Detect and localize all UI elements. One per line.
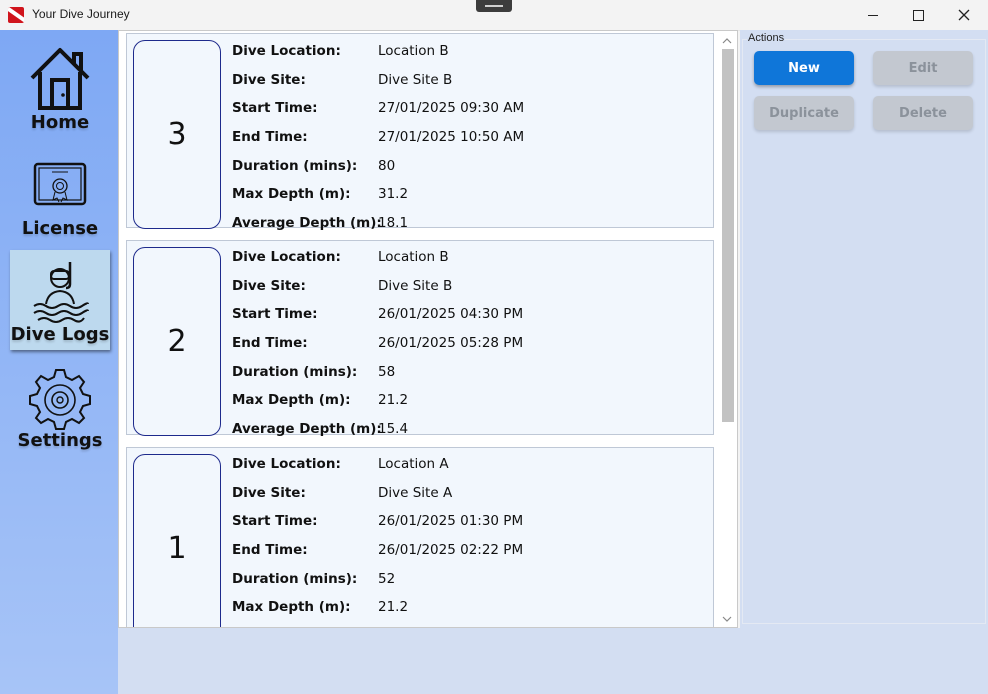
gear-icon: [29, 369, 91, 430]
field-label: Dive Site:: [232, 72, 306, 88]
field-label: End Time:: [232, 335, 308, 351]
scroll-up-arrow-icon[interactable]: [718, 33, 736, 49]
scroll-down-arrow-icon[interactable]: [718, 611, 736, 627]
field-value: Dive Site B: [378, 72, 453, 88]
field-value: 18.1: [378, 215, 409, 231]
actions-panel: Actions New Edit Duplicate Delete: [740, 30, 988, 628]
diver-icon: [33, 262, 89, 323]
sidebar-item-label: License: [21, 218, 99, 239]
window-title: Your Dive Journey: [32, 7, 130, 21]
field-label: Start Time:: [232, 100, 318, 116]
minimize-button[interactable]: [850, 0, 896, 30]
field-value: 15.4: [378, 421, 409, 437]
field-value: 26/01/2025 01:30 PM: [378, 513, 524, 529]
dive-log-list[interactable]: 3 Dive Location: Location B Dive Site: D…: [118, 30, 738, 628]
new-button[interactable]: New: [754, 51, 854, 85]
field-value: 26/01/2025 04:30 PM: [378, 306, 524, 322]
delete-button[interactable]: Delete: [873, 96, 973, 130]
field-value: Dive Site B: [378, 278, 453, 294]
home-icon: [30, 48, 90, 110]
edit-button[interactable]: Edit: [873, 51, 973, 85]
field-value: 31.2: [378, 186, 409, 202]
field-value: 26/01/2025 02:22 PM: [378, 542, 524, 558]
sidebar-item-label: Home: [30, 112, 90, 133]
field-label: Max Depth (m):: [232, 392, 351, 408]
field-value: 27/01/2025 10:50 AM: [378, 129, 525, 145]
actions-legend: Actions: [747, 32, 786, 44]
dive-log-card[interactable]: 1 Dive Location: Location A Dive Site: D…: [126, 447, 714, 627]
status-area: [118, 628, 988, 694]
field-label: Average Depth (m):: [232, 421, 382, 437]
sidebar-item-label: Settings: [17, 430, 103, 451]
vertical-scrollbar[interactable]: [718, 33, 736, 627]
field-value: 21.2: [378, 392, 409, 408]
duplicate-button[interactable]: Duplicate: [754, 96, 854, 130]
field-value: 27/01/2025 09:30 AM: [378, 100, 525, 116]
field-value: 21.2: [378, 599, 409, 615]
field-value: Location B: [378, 249, 449, 265]
maximize-icon: [912, 9, 924, 21]
dive-log-card[interactable]: 2 Dive Location: Location B Dive Site: D…: [126, 240, 714, 437]
certificate-icon: [33, 162, 87, 206]
field-label: Start Time:: [232, 513, 318, 529]
minimize-icon: [868, 14, 878, 16]
sidebar-item-settings[interactable]: Settings: [10, 356, 110, 456]
sidebar-item-dive-logs[interactable]: Dive Logs: [10, 250, 110, 350]
dive-log-card[interactable]: 3 Dive Location: Location B Dive Site: D…: [126, 33, 714, 231]
field-label: Start Time:: [232, 306, 318, 322]
field-value: 58: [378, 364, 396, 380]
snap-grip-handle[interactable]: [476, 0, 512, 12]
field-label: Average Depth (m):: [232, 215, 382, 231]
sidebar-item-home[interactable]: Home: [10, 38, 110, 138]
field-label: Dive Site:: [232, 278, 306, 294]
field-value: 80: [378, 158, 396, 174]
field-value: Dive Site A: [378, 485, 453, 501]
field-value: Location B: [378, 43, 449, 59]
field-label: End Time:: [232, 542, 308, 558]
sidebar-nav: Home License Dive Logs Settings: [0, 30, 118, 694]
field-label: Dive Location:: [232, 249, 341, 265]
field-label: Duration (mins):: [232, 364, 358, 380]
field-value: 26/01/2025 05:28 PM: [378, 335, 524, 351]
field-label: Max Depth (m):: [232, 599, 351, 615]
sidebar-item-label: Dive Logs: [10, 324, 110, 345]
dive-flag-icon: [8, 7, 24, 23]
list-viewport: 3 Dive Location: Location B Dive Site: D…: [125, 33, 717, 627]
field-value: Location A: [378, 456, 449, 472]
field-label: Dive Location:: [232, 43, 341, 59]
field-label: Dive Site:: [232, 485, 306, 501]
maximize-button[interactable]: [895, 0, 941, 30]
field-value: 52: [378, 571, 396, 587]
close-button[interactable]: [941, 0, 987, 30]
dive-number-badge: 1: [133, 454, 221, 627]
field-label: Duration (mins):: [232, 571, 358, 587]
dive-number-badge: 2: [133, 247, 221, 436]
dive-number-badge: 3: [133, 40, 221, 229]
field-label: Max Depth (m):: [232, 186, 351, 202]
title-bar: Your Dive Journey: [0, 0, 988, 31]
scroll-thumb[interactable]: [722, 49, 734, 422]
field-label: End Time:: [232, 129, 308, 145]
close-icon: [958, 9, 970, 21]
field-label: Duration (mins):: [232, 158, 358, 174]
sidebar-item-license[interactable]: License: [10, 144, 110, 244]
field-label: Dive Location:: [232, 456, 341, 472]
